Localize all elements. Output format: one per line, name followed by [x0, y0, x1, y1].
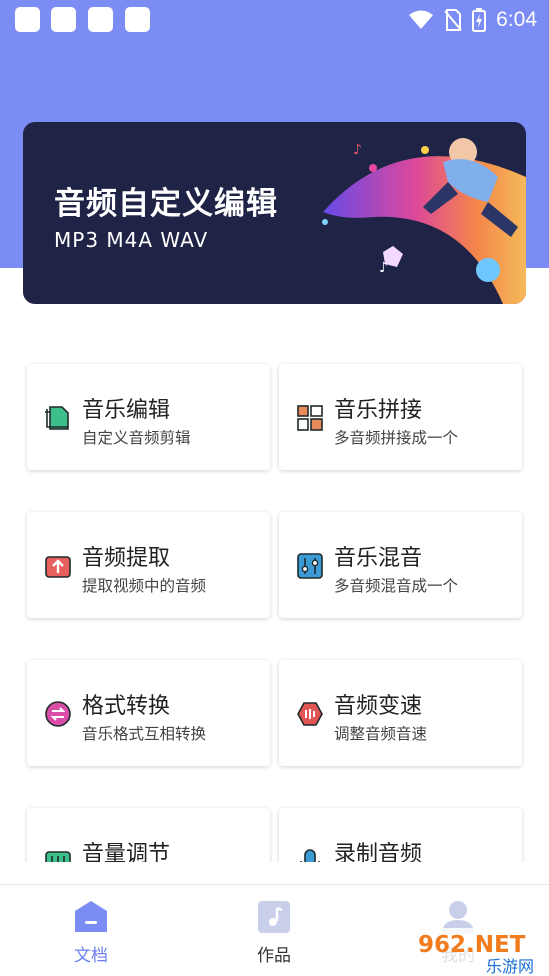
- status-time: 6:04: [496, 8, 537, 31]
- feature-subtitle: 多音频拼接成一个: [334, 429, 459, 447]
- no-sim-icon: [444, 9, 462, 31]
- feature-title: 音乐拼接: [334, 398, 423, 423]
- feature-subtitle: 音乐格式互相转换: [82, 725, 207, 743]
- feature-subtitle: 调整音频音速: [334, 725, 428, 743]
- document-icon: [75, 901, 107, 932]
- status-bar: 6:04: [0, 0, 549, 40]
- app-icon: [125, 7, 150, 32]
- tab-works[interactable]: 作品: [234, 899, 314, 969]
- site-watermark: 962.NET 乐游网: [414, 928, 544, 976]
- feature-subtitle: 自定义音频剪辑: [82, 429, 191, 447]
- feature-subtitle: 提取视频中的音频: [82, 577, 207, 595]
- feature-title: 音频提取: [82, 546, 171, 571]
- feature-title: 音量调节: [82, 842, 171, 862]
- feature-card-music-edit[interactable]: 音乐编辑 自定义音频剪辑: [27, 364, 270, 470]
- volume-adjust-icon: [45, 851, 71, 862]
- feature-card-format-convert[interactable]: 格式转换 音乐格式互相转换: [27, 660, 270, 766]
- feature-title: 音乐编辑: [82, 398, 171, 423]
- audio-extract-icon: [45, 556, 71, 578]
- feature-card-music-mix[interactable]: 音乐混音 多音频混音成一个: [279, 512, 522, 618]
- svg-text:♪: ♪: [379, 260, 388, 276]
- tab-documents[interactable]: 文档: [51, 899, 131, 969]
- feature-subtitle: 多音频混音成一个: [334, 577, 459, 595]
- app-icon: [15, 7, 40, 32]
- feature-card-audio-extract[interactable]: 音频提取 提取视频中的音频: [27, 512, 270, 618]
- feature-card-audio-speed[interactable]: 音频变速 调整音频音速: [279, 660, 522, 766]
- music-note-icon: [258, 901, 290, 933]
- wifi-icon: [409, 10, 434, 29]
- watermark-name: 乐游网: [486, 957, 534, 976]
- feature-title: 音乐混音: [334, 546, 423, 571]
- format-convert-icon: [45, 701, 71, 727]
- feature-title: 录制音频: [334, 842, 423, 862]
- music-join-icon: [297, 405, 323, 431]
- audio-speed-icon: [297, 702, 323, 726]
- banner-illustration: ♪ ♪: [322, 138, 526, 304]
- feature-card-volume-adjust[interactable]: 音量调节: [27, 808, 270, 862]
- status-indicators: 6:04: [408, 6, 537, 34]
- watermark-brand: 962.NET: [418, 932, 526, 958]
- svg-text:♪: ♪: [353, 142, 362, 158]
- tab-label: 作品: [257, 946, 291, 966]
- feature-title: 音频变速: [334, 694, 423, 719]
- app-icon: [51, 7, 76, 32]
- app-icon: [88, 7, 113, 32]
- battery-charging-icon: [472, 8, 487, 32]
- music-mix-icon: [297, 553, 323, 579]
- promo-banner[interactable]: 音频自定义编辑 MP3 M4A WAV ♪ ♪: [23, 122, 526, 304]
- feature-card-record-audio[interactable]: 录制音频: [279, 808, 522, 862]
- tab-label: 文档: [74, 946, 108, 966]
- feature-title: 格式转换: [82, 694, 171, 719]
- banner-formats: MP3 M4A WAV: [54, 228, 209, 252]
- record-audio-icon: [300, 849, 320, 862]
- music-edit-icon: [45, 406, 69, 430]
- banner-title: 音频自定义编辑: [54, 186, 278, 222]
- feature-card-music-join[interactable]: 音乐拼接 多音频拼接成一个: [279, 364, 522, 470]
- feature-grid: 音乐编辑 自定义音频剪辑 音乐拼接 多音频拼接成一个 音频提取 提取视频中的音频…: [0, 340, 549, 862]
